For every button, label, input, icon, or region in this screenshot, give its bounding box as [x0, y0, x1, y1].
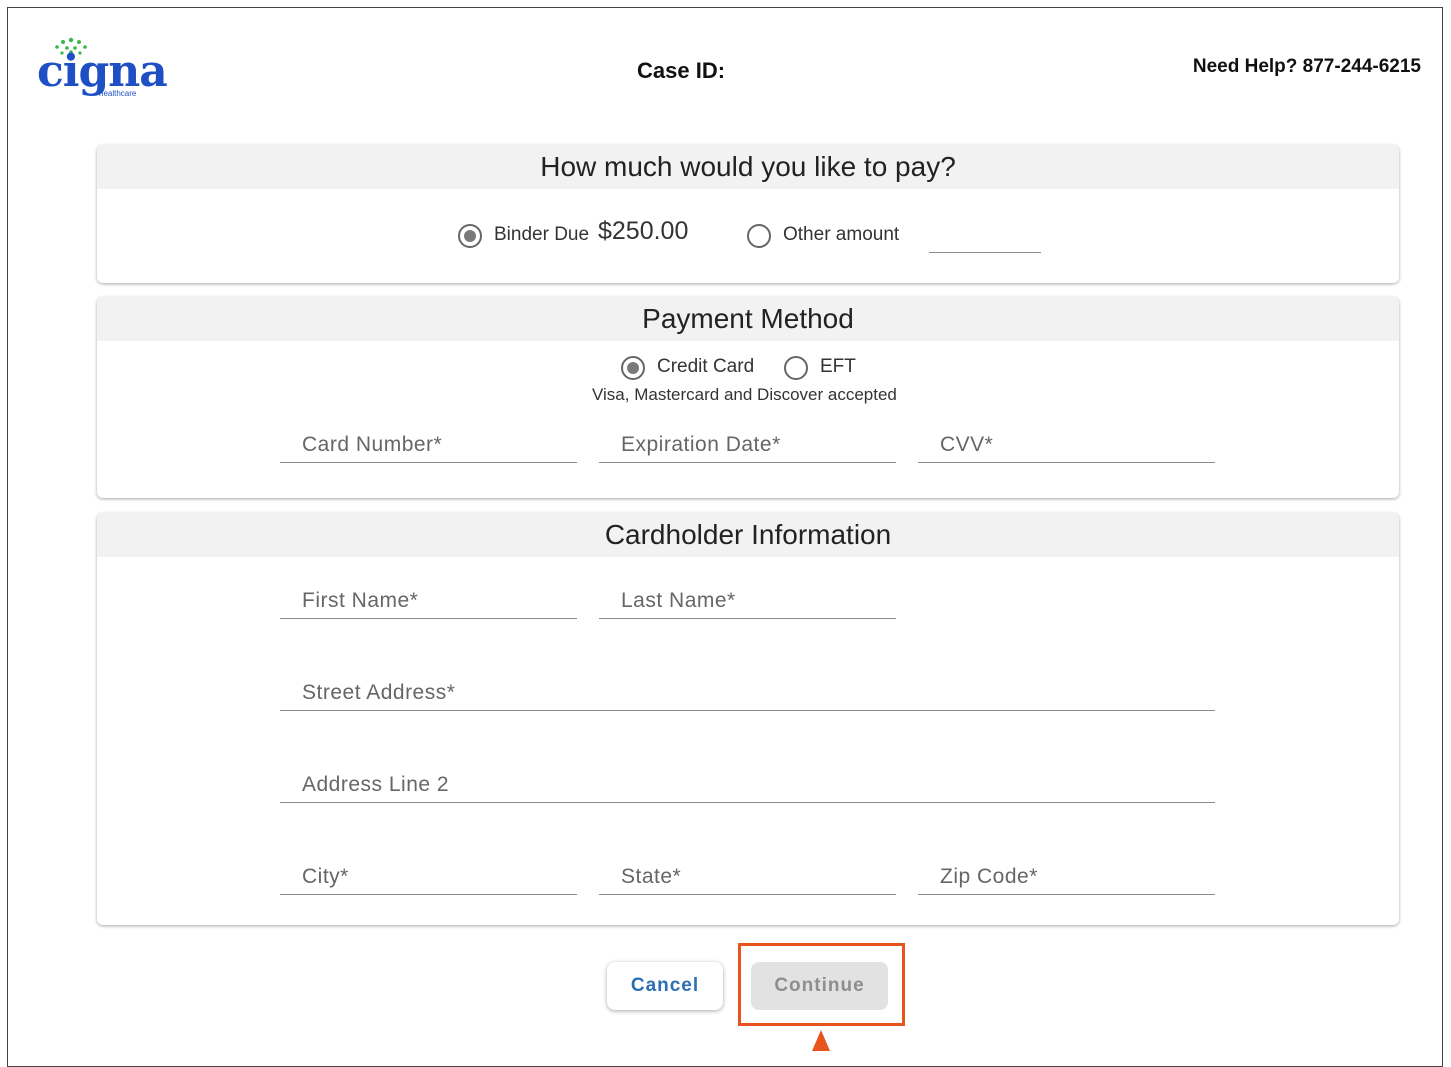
binder-due-amount: $250.00	[598, 217, 689, 245]
case-id-label: Case ID:	[637, 58, 726, 83]
last-name-input[interactable]	[599, 584, 896, 618]
accepted-cards-note: Visa, Mastercard and Discover accepted	[592, 385, 897, 404]
help-phone: Need Help? 877-244-6215	[1192, 56, 1421, 77]
street-address-field[interactable]	[280, 676, 1215, 711]
binder-due-label: Binder Due	[494, 224, 590, 245]
state-field[interactable]	[599, 860, 896, 895]
logo-subtext: healthcare	[99, 89, 137, 98]
cancel-button[interactable]: Cancel	[607, 962, 723, 1010]
last-name-field[interactable]	[599, 584, 896, 619]
other-amount-field[interactable]	[929, 218, 1041, 253]
credit-card-radio[interactable]	[621, 356, 645, 380]
cigna-logo[interactable]: cigna healthcare	[37, 36, 168, 102]
cvv-field[interactable]	[918, 428, 1215, 463]
first-name-input[interactable]	[280, 584, 577, 618]
cvv-input[interactable]	[918, 428, 1215, 462]
logo-wordmark: cigna	[37, 46, 168, 97]
address-line2-input[interactable]	[280, 768, 1215, 802]
address-line2-field[interactable]	[280, 768, 1215, 803]
cardholder-card: Cardholder Information	[97, 513, 1399, 925]
city-field[interactable]	[280, 860, 577, 895]
continue-highlight-box	[738, 943, 905, 1026]
other-amount-radio[interactable]	[747, 224, 771, 248]
card-number-field[interactable]	[280, 428, 577, 463]
state-input[interactable]	[599, 860, 896, 894]
expiration-date-field[interactable]	[599, 428, 896, 463]
expiration-date-input[interactable]	[599, 428, 896, 462]
payment-method-title: Payment Method	[97, 297, 1399, 341]
other-amount-input[interactable]	[929, 218, 1041, 252]
zip-code-input[interactable]	[918, 860, 1215, 894]
zip-code-field[interactable]	[918, 860, 1215, 895]
eft-radio[interactable]	[784, 356, 808, 380]
first-name-field[interactable]	[280, 584, 577, 619]
pay-amount-title: How much would you like to pay?	[97, 145, 1399, 189]
payment-method-card: Payment Method Credit Card EFT Visa, Mas…	[97, 297, 1399, 498]
eft-label: EFT	[820, 356, 856, 377]
card-number-input[interactable]	[280, 428, 577, 462]
pay-amount-card: How much would you like to pay? Binder D…	[97, 145, 1399, 283]
binder-due-radio[interactable]	[458, 224, 482, 248]
cardholder-title: Cardholder Information	[97, 513, 1399, 557]
street-address-input[interactable]	[280, 676, 1215, 710]
other-amount-label: Other amount	[783, 224, 900, 245]
pointer-arrow-icon	[812, 1030, 830, 1051]
credit-card-label: Credit Card	[657, 356, 755, 377]
city-input[interactable]	[280, 860, 577, 894]
